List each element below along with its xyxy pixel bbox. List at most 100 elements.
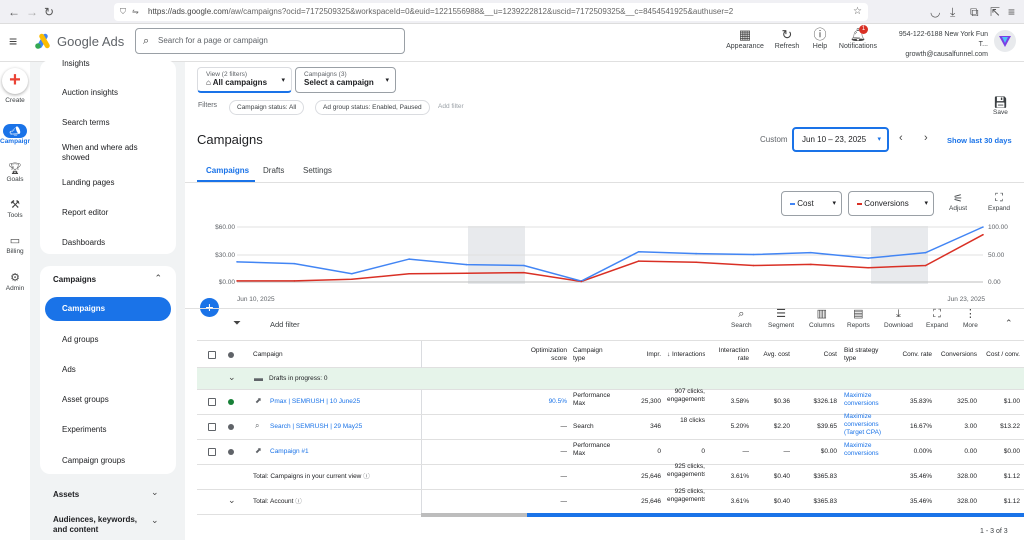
expand-tool-button[interactable]: ⛶ Expand bbox=[926, 307, 948, 329]
sidebar-item-search-terms[interactable]: Search terms bbox=[62, 118, 162, 128]
sidebar-item-ads[interactable]: Ads bbox=[62, 365, 162, 375]
row-checkbox[interactable] bbox=[208, 448, 216, 456]
segment-tool-button[interactable]: ☰ Segment bbox=[768, 307, 794, 329]
search-tool-button[interactable]: ⌕ Search bbox=[731, 307, 752, 329]
rail-goals[interactable]: 🏆︎ Goals bbox=[0, 162, 30, 183]
header-campaign-type[interactable]: Campaign type bbox=[573, 347, 613, 363]
help-icon[interactable]: ⓘ bbox=[363, 473, 370, 480]
reports-tool-button[interactable]: ▤ Reports bbox=[847, 307, 870, 329]
forward-icon[interactable]: → bbox=[26, 4, 38, 20]
notifications-button[interactable]: 🔔︎ Notifications 1 bbox=[836, 25, 880, 50]
sidebar-section-campaigns[interactable]: Campaigns bbox=[53, 275, 153, 285]
header-bid-strategy[interactable]: Bid strategy type bbox=[844, 347, 888, 363]
sidebar-section-assets[interactable]: Assets bbox=[53, 490, 153, 500]
view-filter-dropdown[interactable]: View (2 filters) ⌂ All campaigns ▾ bbox=[197, 67, 292, 93]
metric-conversions-selector[interactable]: Conversions ▾ bbox=[848, 191, 934, 216]
rail-campaigns[interactable]: 📣︎ Campaigns bbox=[0, 124, 35, 145]
reload-icon[interactable]: ↻ bbox=[44, 4, 54, 20]
save-button[interactable]: 💾︎ Save bbox=[993, 96, 1008, 116]
address-bar[interactable]: ⛉ ⇋ https://ads.google.com/aw/campaigns?… bbox=[114, 3, 868, 21]
chevron-up-icon[interactable]: ⌃ bbox=[1005, 318, 1013, 329]
filter-chip-ad-group-status[interactable]: Ad group status: Enabled, Paused bbox=[315, 100, 430, 115]
header-optimization-score[interactable]: Optimization score bbox=[515, 347, 567, 363]
campaign-name-link[interactable]: Pmax | SEMRUSH | 10 June25 bbox=[270, 398, 360, 406]
appearance-button[interactable]: ▦ Appearance bbox=[724, 26, 766, 50]
refresh-button[interactable]: ↻ Refresh bbox=[772, 26, 802, 50]
sidebar-item-ad-groups[interactable]: Ad groups bbox=[62, 335, 162, 345]
header-campaign[interactable]: Campaign bbox=[253, 351, 283, 359]
filter-icon[interactable]: ⏷ bbox=[233, 318, 241, 329]
optimization-score[interactable]: 90.5% bbox=[515, 398, 567, 406]
header-cost[interactable]: Cost bbox=[795, 351, 837, 359]
columns-tool-button[interactable]: ▥ Columns bbox=[809, 307, 835, 329]
back-icon[interactable]: ← bbox=[8, 4, 20, 20]
sidebar-item-campaigns[interactable]: Campaigns bbox=[45, 297, 171, 321]
share-icon[interactable]: ⇱ bbox=[990, 4, 1000, 20]
more-tool-button[interactable]: ⋮ More bbox=[963, 307, 978, 329]
extensions-icon[interactable]: ⧉ bbox=[970, 4, 979, 20]
pocket-icon[interactable]: ◡ bbox=[930, 4, 940, 20]
help-icon[interactable]: ⓘ bbox=[295, 498, 302, 505]
drafts-row[interactable]: ⌄ ▬ Drafts in progress: 0 bbox=[197, 368, 1024, 390]
campaign-name-link[interactable]: Campaign #1 bbox=[270, 448, 309, 456]
table-row[interactable]: ⬈ Campaign #1 — Performance Max 0 0 — — … bbox=[197, 440, 1024, 465]
bid-strategy-link[interactable]: Maximize conversions (Target CPA) bbox=[844, 413, 890, 437]
avatar[interactable] bbox=[994, 30, 1016, 52]
header-conv-rate[interactable]: Conv. rate bbox=[891, 351, 932, 359]
download-tool-button[interactable]: ⤓ Download bbox=[884, 307, 913, 329]
sidebar-item-auction-insights[interactable]: Auction insights bbox=[62, 88, 162, 98]
menu-icon[interactable]: ≡ bbox=[1008, 4, 1015, 20]
sidebar-item-report-editor[interactable]: Report editor bbox=[62, 208, 162, 218]
create-button[interactable]: + Create bbox=[0, 68, 30, 104]
add-filter-link[interactable]: Add filter bbox=[438, 103, 464, 110]
status-dot[interactable] bbox=[228, 399, 234, 405]
status-dot[interactable] bbox=[228, 424, 234, 430]
horizontal-scrollbar-thumb[interactable] bbox=[527, 513, 1024, 517]
search-input[interactable]: ⌕ Search for a page or campaign bbox=[135, 28, 405, 54]
download-icon[interactable]: ⤓ bbox=[950, 4, 955, 20]
hamburger-icon[interactable]: ≡ bbox=[9, 33, 17, 49]
row-checkbox[interactable] bbox=[208, 398, 216, 406]
status-dot[interactable] bbox=[228, 449, 234, 455]
metric-cost-selector[interactable]: Cost ▾ bbox=[781, 191, 842, 216]
sidebar-item-insights[interactable]: Insights bbox=[62, 59, 162, 69]
campaign-name-link[interactable]: Search | SEMRUSH | 29 May25 bbox=[270, 423, 362, 431]
header-conversions[interactable]: Conversions bbox=[935, 351, 977, 359]
expand-chart-button[interactable]: ⛶ Expand bbox=[988, 192, 1010, 212]
chevron-down-icon[interactable]: ⌄ bbox=[151, 487, 159, 498]
chevron-down-icon[interactable]: ⌄ bbox=[151, 515, 159, 526]
sidebar-item-experiments[interactable]: Experiments bbox=[62, 425, 162, 435]
help-button[interactable]: ⓘ Help bbox=[806, 26, 834, 50]
chevron-down-icon[interactable]: ⌄ bbox=[228, 495, 236, 506]
sidebar-item-campaign-groups[interactable]: Campaign groups bbox=[62, 456, 162, 466]
chevron-left-icon[interactable]: ‹ bbox=[899, 132, 903, 144]
campaign-selector-dropdown[interactable]: Campaigns (3) Select a campaign ▾ bbox=[295, 67, 396, 93]
horizontal-scrollbar-track[interactable] bbox=[421, 513, 527, 517]
filter-chip-campaign-status[interactable]: Campaign status: All bbox=[229, 100, 305, 115]
header-cost-per-conv[interactable]: Cost / conv. bbox=[980, 351, 1020, 359]
table-row[interactable]: ⬈ Pmax | SEMRUSH | 10 June25 90.5% Perfo… bbox=[197, 388, 1024, 415]
chevron-up-icon[interactable]: ⌃ bbox=[154, 273, 162, 284]
sidebar-section-audiences[interactable]: Audiences, keywords, and content bbox=[53, 515, 149, 535]
adjust-button[interactable]: ⚟ Adjust bbox=[949, 192, 967, 212]
bid-strategy-link[interactable]: Maximize conversions bbox=[844, 442, 890, 458]
tab-campaigns[interactable]: Campaigns bbox=[206, 166, 249, 175]
date-range-picker[interactable]: Jun 10 – 23, 2025 ▾ bbox=[792, 127, 889, 152]
rail-admin[interactable]: ⚙ Admin bbox=[0, 271, 30, 292]
sidebar-item-when-where[interactable]: When and where ads showed bbox=[62, 143, 162, 163]
tab-drafts[interactable]: Drafts bbox=[263, 166, 284, 175]
select-all-checkbox[interactable] bbox=[208, 351, 216, 359]
rail-billing[interactable]: ▭ Billing bbox=[0, 234, 30, 255]
bid-strategy-link[interactable]: Maximize conversions bbox=[844, 392, 890, 408]
table-row[interactable]: ⌕ Search | SEMRUSH | 29 May25 — Search 3… bbox=[197, 413, 1024, 440]
tab-settings[interactable]: Settings bbox=[303, 166, 332, 175]
chevron-down-icon[interactable]: ⌄ bbox=[228, 372, 236, 383]
account-info[interactable]: 954-122-6188 New York Fun T... growth@ca… bbox=[888, 30, 988, 60]
header-avg-cost[interactable]: Avg. cost bbox=[753, 351, 790, 359]
sidebar-item-asset-groups[interactable]: Asset groups bbox=[62, 395, 162, 405]
bookmark-star-icon[interactable]: ☆ bbox=[853, 3, 862, 21]
rail-tools[interactable]: ⚒ Tools bbox=[0, 198, 30, 219]
show-last-30-days-link[interactable]: Show last 30 days bbox=[947, 136, 1012, 145]
sidebar-item-landing-pages[interactable]: Landing pages bbox=[62, 178, 162, 188]
add-filter-button[interactable]: Add filter bbox=[270, 320, 300, 329]
